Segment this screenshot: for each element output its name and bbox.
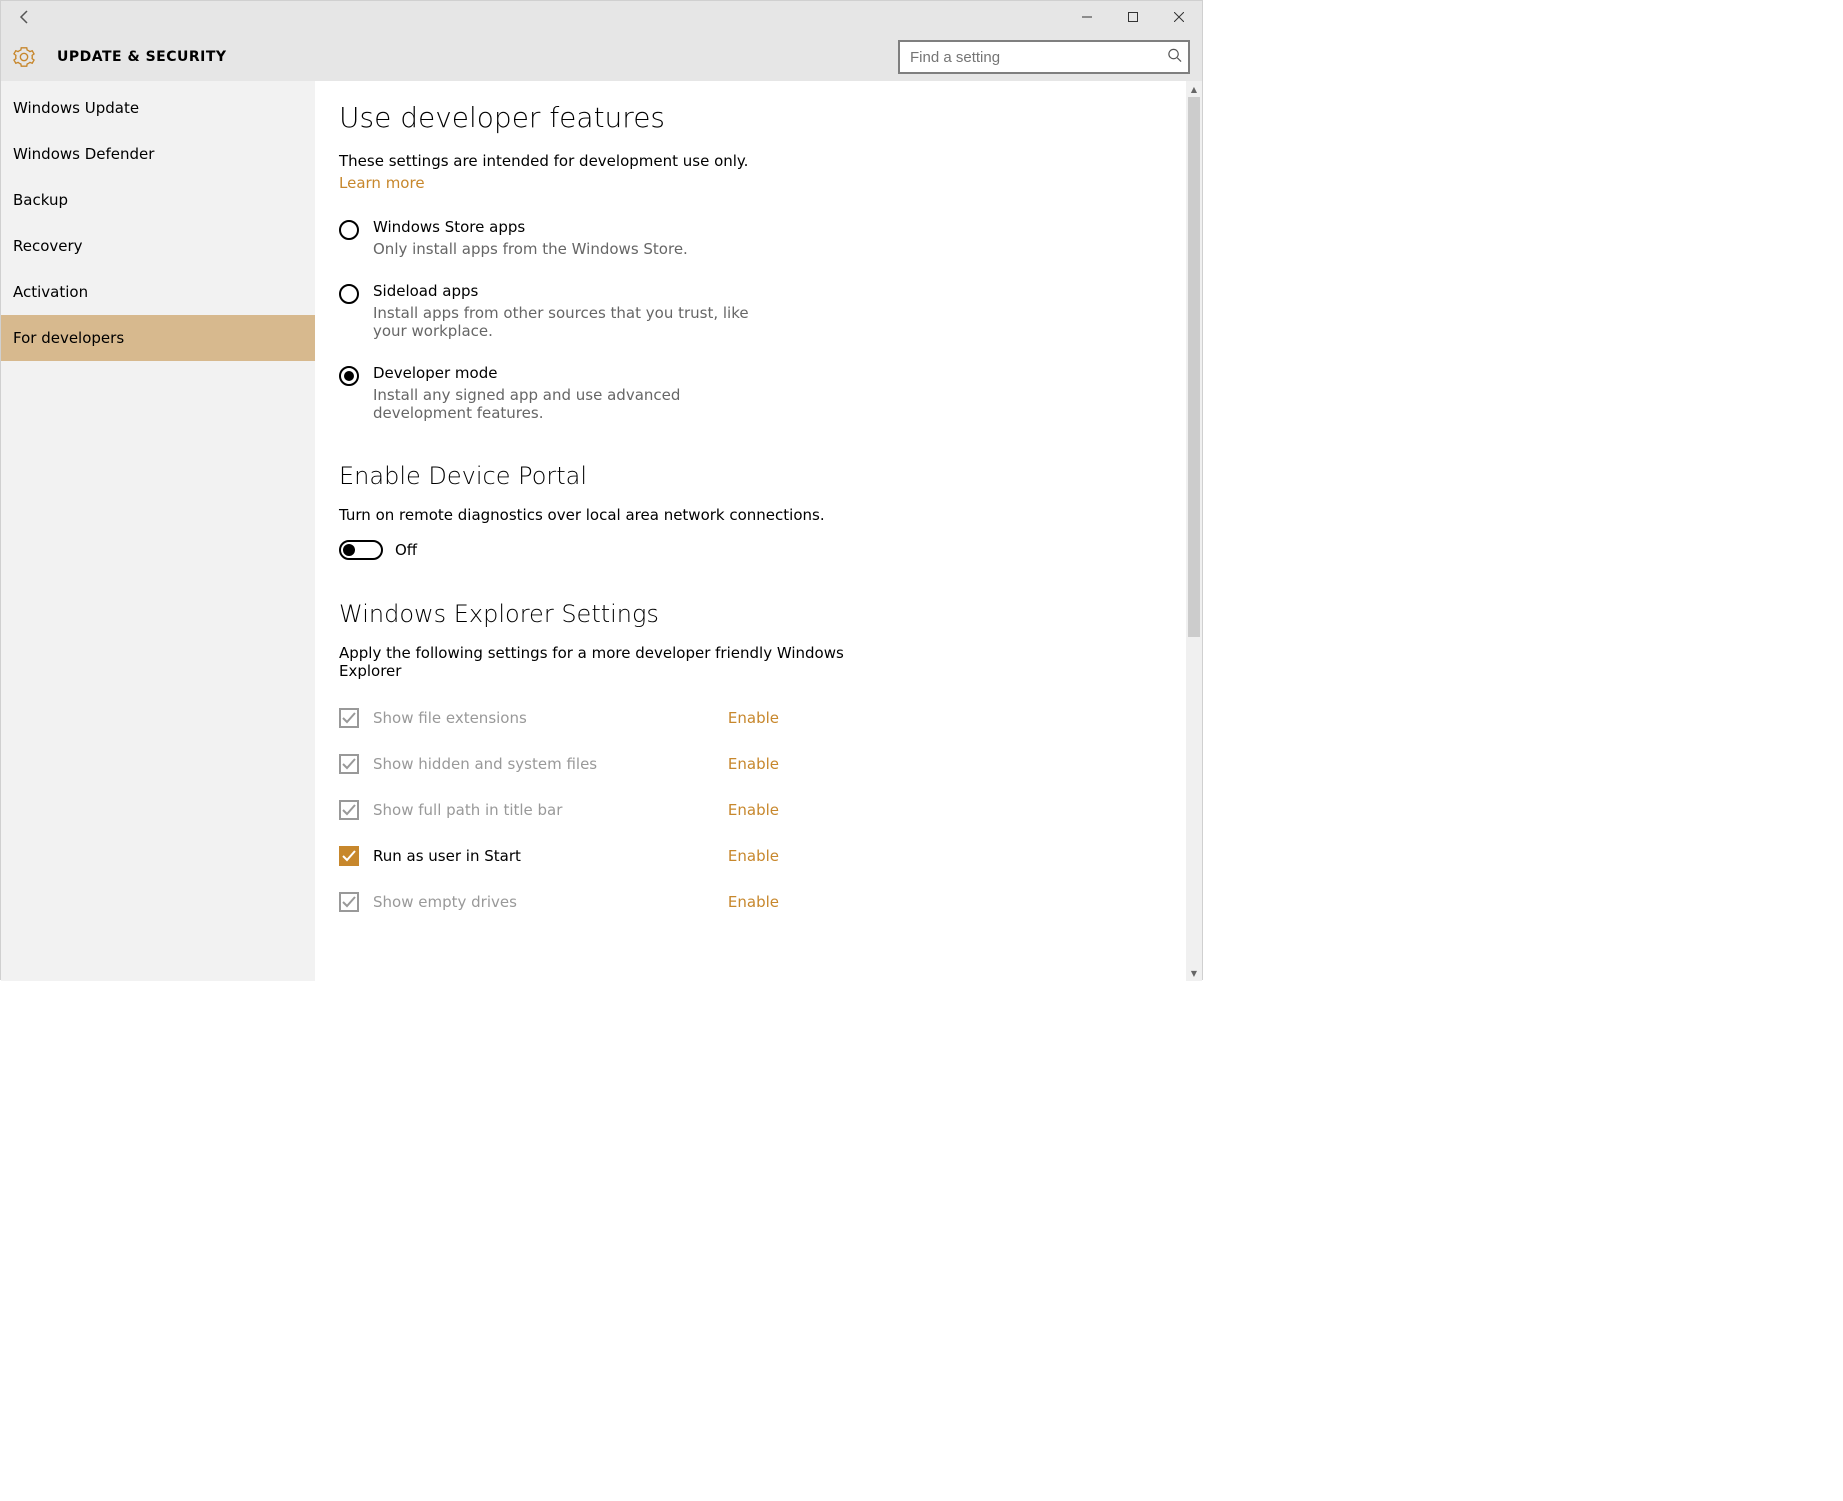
checkbox-label: Show hidden and system files: [373, 755, 597, 773]
checkbox-label: Show full path in title bar: [373, 801, 562, 819]
learn-more-link[interactable]: Learn more: [339, 174, 425, 192]
scroll-down-icon[interactable]: ▼: [1186, 965, 1202, 981]
search-icon: [1167, 48, 1182, 67]
scroll-thumb[interactable]: [1188, 97, 1200, 637]
radio-icon: [339, 366, 359, 386]
explorer-settings-desc: Apply the following settings for a more …: [339, 644, 859, 680]
gear-icon: [13, 46, 35, 68]
check-row-show-full-path: Show full path in title bar Enable: [339, 800, 779, 820]
radio-icon: [339, 220, 359, 240]
sidebar-item-backup[interactable]: Backup: [1, 177, 315, 223]
sidebar-item-recovery[interactable]: Recovery: [1, 223, 315, 269]
radio-sideload-apps[interactable]: Sideload apps Install apps from other so…: [339, 282, 859, 340]
enable-link[interactable]: Enable: [728, 801, 779, 819]
checkbox-run-as-user[interactable]: [339, 846, 359, 866]
header: UPDATE & SECURITY: [1, 33, 1202, 81]
check-row-show-file-extensions: Show file extensions Enable: [339, 708, 779, 728]
radio-windows-store-apps[interactable]: Windows Store apps Only install apps fro…: [339, 218, 859, 258]
sidebar: Windows Update Windows Defender Backup R…: [1, 81, 315, 981]
window-controls: [1064, 1, 1202, 33]
device-portal-toggle[interactable]: [339, 540, 383, 560]
close-button[interactable]: [1156, 1, 1202, 33]
check-row-show-hidden-files: Show hidden and system files Enable: [339, 754, 779, 774]
titlebar: [1, 1, 1202, 33]
sidebar-item-windows-update[interactable]: Windows Update: [1, 85, 315, 131]
check-row-run-as-user: Run as user in Start Enable: [339, 846, 779, 866]
radio-label: Windows Store apps: [373, 218, 688, 236]
radio-icon: [339, 284, 359, 304]
device-portal-toggle-label: Off: [395, 541, 417, 559]
device-portal-desc: Turn on remote diagnostics over local ar…: [339, 506, 859, 524]
radio-developer-mode[interactable]: Developer mode Install any signed app an…: [339, 364, 859, 422]
radio-sublabel: Install apps from other sources that you…: [373, 304, 753, 340]
radio-label: Developer mode: [373, 364, 753, 382]
radio-sublabel: Install any signed app and use advanced …: [373, 386, 753, 422]
checkbox-show-full-path[interactable]: [339, 800, 359, 820]
heading-developer-features: Use developer features: [339, 101, 859, 134]
enable-link[interactable]: Enable: [728, 847, 779, 865]
sidebar-item-windows-defender[interactable]: Windows Defender: [1, 131, 315, 177]
heading-explorer-settings: Windows Explorer Settings: [339, 600, 859, 628]
scroll-up-icon[interactable]: ▲: [1186, 81, 1202, 97]
checkbox-label: Show empty drives: [373, 893, 517, 911]
enable-link[interactable]: Enable: [728, 893, 779, 911]
minimize-button[interactable]: [1064, 1, 1110, 33]
search-box[interactable]: [898, 40, 1190, 74]
check-row-show-empty-drives: Show empty drives Enable: [339, 892, 779, 912]
checkbox-label: Show file extensions: [373, 709, 527, 727]
heading-device-portal: Enable Device Portal: [339, 462, 859, 490]
main-pane: Use developer features These settings ar…: [315, 81, 1202, 981]
enable-link[interactable]: Enable: [728, 755, 779, 773]
checkbox-label: Run as user in Start: [373, 847, 521, 865]
search-input[interactable]: [898, 40, 1190, 74]
enable-link[interactable]: Enable: [728, 709, 779, 727]
radio-sublabel: Only install apps from the Windows Store…: [373, 240, 688, 258]
checkbox-show-hidden-files[interactable]: [339, 754, 359, 774]
back-button[interactable]: [13, 5, 37, 29]
page-title: UPDATE & SECURITY: [57, 49, 898, 65]
checkbox-show-empty-drives[interactable]: [339, 892, 359, 912]
checkbox-show-file-extensions[interactable]: [339, 708, 359, 728]
sidebar-item-for-developers[interactable]: For developers: [1, 315, 315, 361]
scrollbar[interactable]: ▲ ▼: [1186, 81, 1202, 981]
developer-features-desc: These settings are intended for developm…: [339, 152, 859, 170]
radio-label: Sideload apps: [373, 282, 753, 300]
sidebar-item-activation[interactable]: Activation: [1, 269, 315, 315]
maximize-button[interactable]: [1110, 1, 1156, 33]
